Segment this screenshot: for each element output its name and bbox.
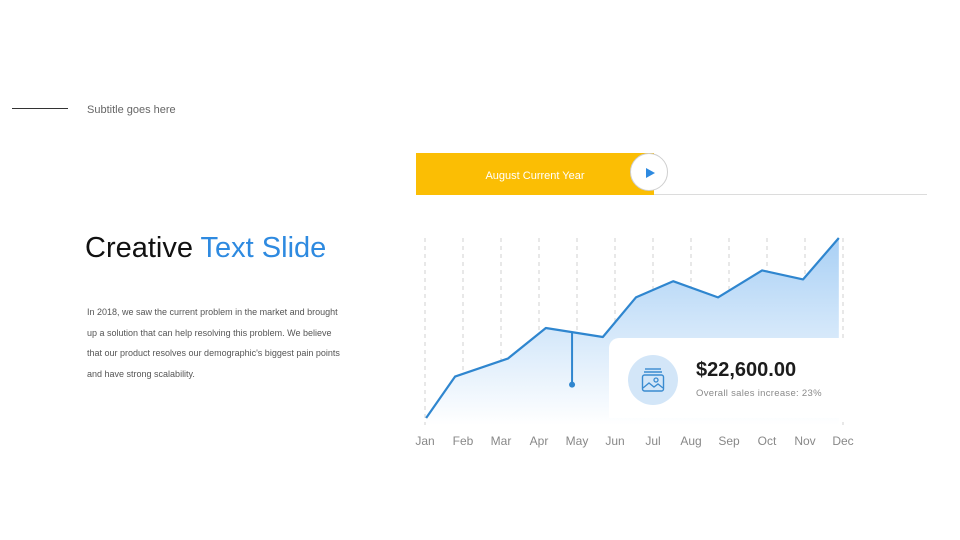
x-tick-label: Nov [794, 434, 815, 448]
x-tick-label: Apr [530, 434, 549, 448]
x-tick-label: Feb [453, 434, 474, 448]
x-tick-label: Jul [645, 434, 660, 448]
stat-icon-badge [628, 355, 678, 405]
banner-rule [654, 194, 927, 195]
banner-label: August Current Year [485, 170, 585, 182]
x-tick-label: Dec [832, 434, 853, 448]
x-tick-label: Aug [680, 434, 701, 448]
sales-chart: Jan Feb Mar Apr May Jun Jul Aug Sep Oct Nov Dec [415, 237, 854, 448]
play-button[interactable] [630, 153, 668, 191]
x-tick-label: Sep [718, 434, 740, 448]
stat-caption: Overall sales increase: 23% [696, 388, 822, 399]
x-tick-label: Oct [758, 434, 777, 448]
stat-value: $22,600.00 [696, 359, 797, 381]
x-tick-label: Mar [491, 434, 512, 448]
image-stack-icon [641, 368, 665, 392]
marker-dot [569, 381, 576, 388]
x-tick-label: May [566, 434, 589, 448]
x-tick-label: Jan [415, 434, 434, 448]
play-icon [646, 168, 655, 178]
x-tick-label: Jun [605, 434, 624, 448]
